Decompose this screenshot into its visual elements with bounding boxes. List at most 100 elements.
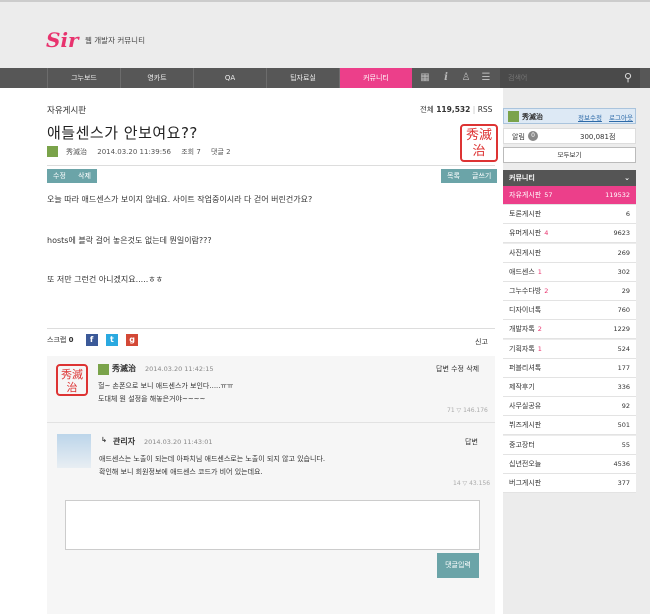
sidebar-category-item[interactable]: 유머게시판 4 9623 — [503, 224, 636, 244]
category-header[interactable]: 커뮤니티 ⌄ — [503, 170, 636, 186]
sidebar-category-item[interactable]: 자유게시판 57 119532 — [503, 186, 636, 205]
list-icon[interactable]: ☰ — [476, 68, 496, 88]
list-button[interactable]: 목록 — [441, 169, 466, 183]
category-new-count: 1 — [537, 267, 542, 276]
nav-item-community[interactable]: 커뮤니티 — [339, 68, 412, 88]
post-author[interactable]: 秀滅治 — [66, 148, 87, 156]
comment-text: 확인해 보니 회원정보에 애드센스 코드가 비어 있는데요. — [99, 468, 263, 476]
category-count: 6 — [625, 210, 630, 219]
edit-profile-link[interactable]: 정보수정 — [578, 112, 602, 122]
report-button[interactable]: 신고 — [475, 337, 488, 347]
category-name: 제작후기 — [509, 383, 535, 391]
nav-item-tips[interactable]: 팁자료실 — [266, 68, 339, 88]
nav-item-qa[interactable]: QA — [193, 68, 266, 88]
category-name: 사진게시판 — [509, 248, 542, 257]
category-count: 501 — [617, 421, 630, 430]
admin-photo — [57, 434, 91, 468]
googleplus-icon[interactable]: g — [126, 334, 139, 346]
category-name: 디자이너톡 — [509, 306, 542, 315]
sidebar-category-item[interactable]: 퍼블리셔톡 177 — [503, 358, 636, 378]
board-name: 자유게시판 — [47, 106, 87, 116]
info-icon[interactable]: i — [436, 68, 456, 88]
comment-text: 헐~ 손폰으로 보니 애드센스가 보인다.....ㅠㅠ — [98, 382, 234, 390]
reply-textarea[interactable] — [65, 500, 480, 550]
sidebar-category-item[interactable]: 십년전오늘 4536 — [503, 454, 636, 474]
delete-button[interactable]: 삭제 — [72, 169, 97, 183]
post-comment-count: 댓글 2 — [211, 147, 231, 156]
post-title: 애들센스가 안보여요?? — [47, 124, 198, 142]
sidebar-category-item[interactable]: 애드센스 1 302 — [503, 262, 636, 282]
login-username[interactable]: 秀滅治 — [522, 112, 543, 122]
see-all-button[interactable]: 모두보기 — [503, 147, 636, 163]
sidebar-category-item[interactable]: 토론게시판 6 — [503, 205, 636, 225]
sidebar-category-item[interactable]: 사진게시판 269 — [503, 243, 636, 263]
category-name: 애드센스 — [509, 267, 535, 276]
alarm-badge[interactable]: 0 — [528, 131, 538, 141]
facebook-icon[interactable]: f — [85, 334, 98, 346]
category-new-count: 57 — [544, 191, 553, 199]
sidebar-category-item[interactable]: 버그게시판 377 — [503, 474, 636, 493]
board-total: 전체 119,532 | RSS — [420, 105, 493, 114]
twitter-icon[interactable]: t — [105, 334, 118, 346]
divider — [47, 165, 495, 166]
submit-comment-button[interactable]: 댓글입력 — [437, 553, 479, 578]
category-new-count: 2 — [537, 325, 542, 334]
category-name: 개발자톡 — [509, 325, 535, 334]
comment-actions[interactable]: 답변 — [465, 437, 478, 447]
post-body-line: 오늘 따라 애드센스가 보이지 않네요. 사이트 작업중이시라 다 걷어 버린건… — [47, 195, 313, 204]
site-subtitle: 웹 개발자 커뮤니티 — [85, 36, 145, 45]
chevron-down-icon[interactable]: ⌄ — [624, 170, 630, 186]
category-count: 269 — [617, 248, 630, 257]
category-count: 92 — [621, 402, 630, 411]
comment-author-avatar-icon — [98, 364, 109, 375]
search-box: ⚲ — [500, 68, 640, 88]
category-new-count: 2 — [544, 287, 549, 295]
scrap-count: 0 — [68, 336, 74, 344]
sidebar-category-item[interactable]: 사무실공유 92 — [503, 397, 636, 417]
nav-item-gnuboard[interactable]: 그누보드 — [47, 68, 120, 88]
category-new-count: 4 — [544, 229, 549, 238]
share-bar: 스크랩 0 f t g — [47, 334, 139, 348]
search-input[interactable] — [500, 68, 610, 88]
logout-link[interactable]: 로그아웃 — [609, 112, 633, 122]
scrap-label[interactable]: 스크랩 — [47, 336, 66, 344]
category-count: 336 — [617, 383, 630, 391]
comment-text: 도대체 뭔 설정을 해놓은거야~~~~ — [98, 395, 206, 403]
author-avatar-icon — [47, 146, 58, 157]
sidebar-category-item[interactable]: 뷔즈게시판 501 — [503, 416, 636, 436]
category-name: 중고장터 — [509, 440, 535, 449]
grid-icon[interactable]: ▦ — [415, 68, 435, 88]
comment-actions[interactable]: 답변 수정 삭제 — [436, 364, 479, 374]
user-icon[interactable]: ♙ — [456, 68, 476, 88]
write-button[interactable]: 글쓰기 — [466, 169, 498, 183]
login-box: 秀滅治 정보수정 로그아웃 — [503, 108, 636, 124]
divider — [47, 328, 495, 329]
edit-button[interactable]: 수정 — [47, 169, 72, 183]
category-count: 1229 — [613, 325, 630, 334]
post-body-line: hosts에 블락 걸어 놓은것도 없는데 뭔일이람??? — [47, 236, 212, 245]
category-count: 119532 — [605, 191, 630, 199]
category-count: 760 — [617, 306, 630, 315]
sidebar-category-item[interactable]: 그누수다방 2 29 — [503, 282, 636, 301]
search-icon[interactable]: ⚲ — [624, 71, 632, 84]
comment-date: 2014.03.20 11:42:15 — [145, 365, 214, 373]
site-logo[interactable]: Sir — [46, 28, 79, 52]
category-count: 177 — [617, 363, 630, 372]
sidebar-category-item[interactable]: 디자이너톡 760 — [503, 301, 636, 321]
nav-item-youngcart[interactable]: 영카트 — [120, 68, 193, 88]
category-count: 377 — [617, 479, 630, 487]
alarm-label[interactable]: 알림 — [512, 132, 525, 142]
sidebar-category-item[interactable]: 중고장터 55 — [503, 435, 636, 455]
comment-author[interactable]: 秀滅治 — [112, 363, 136, 374]
total-label: 전체 — [420, 105, 434, 114]
comment-author[interactable]: 관리자 — [113, 436, 135, 447]
point-row: 알림 0 300,081점 — [503, 128, 636, 144]
sidebar-category-item[interactable]: 개발자톡 2 1229 — [503, 320, 636, 340]
sidebar-category-item[interactable]: 제작후기 336 — [503, 378, 636, 397]
category-name: 버그게시판 — [509, 479, 542, 487]
comment-author-seal-icon: 秀滅治 — [56, 364, 88, 396]
sidebar-category-item[interactable]: 기획자톡 1 524 — [503, 339, 636, 359]
category-name: 유머게시판 — [509, 229, 542, 238]
category-name: 뷔즈게시판 — [509, 421, 542, 430]
rss-link[interactable]: RSS — [478, 105, 493, 114]
